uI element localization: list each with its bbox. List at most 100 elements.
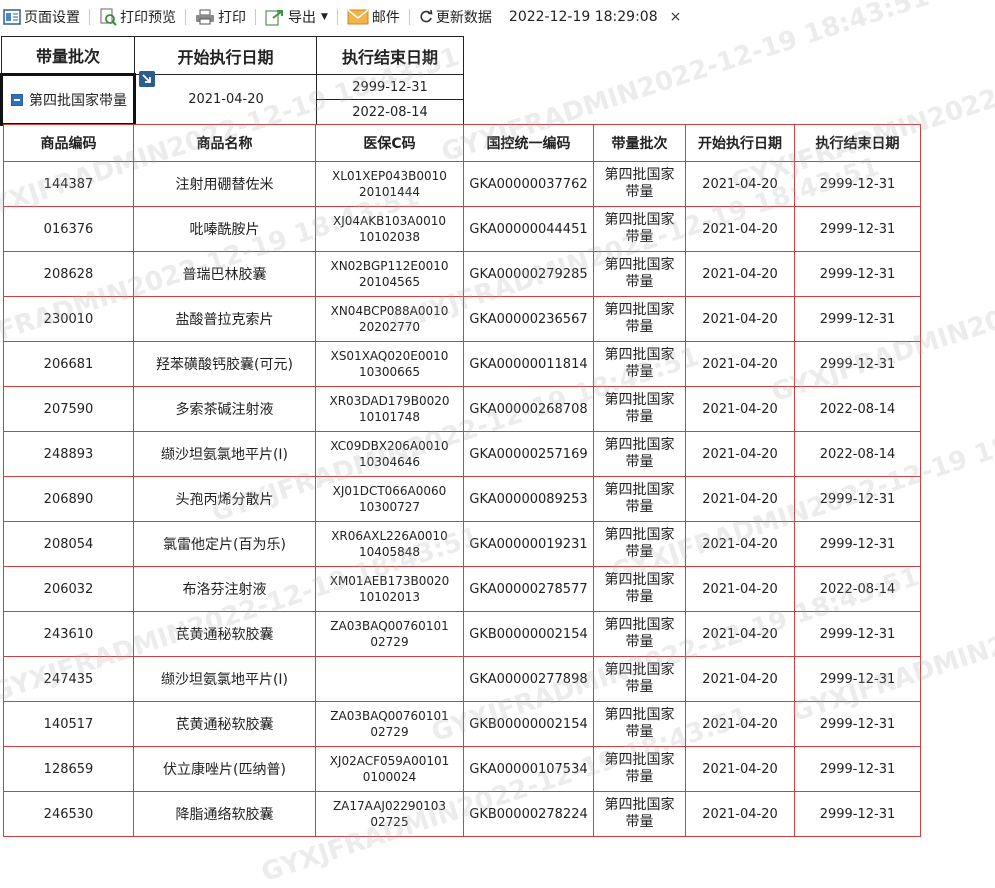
- cell-start-date: 2021-04-20: [685, 341, 795, 387]
- insurance-code-text: XR03DAD179B002010101748: [329, 394, 450, 424]
- cell-end-date: 2999-12-31: [794, 251, 921, 297]
- batch-text: 第四批国家带量: [604, 617, 675, 650]
- cell-start-date: 2021-04-20: [685, 701, 795, 747]
- cell-start-date: 2021-04-20: [685, 251, 795, 297]
- cell-end-date: 2999-12-31: [794, 746, 921, 792]
- cell-start-date: 2021-04-20: [685, 386, 795, 432]
- refresh-data-button[interactable]: 更新数据: [416, 0, 495, 34]
- cell-insurance-code: XJ01DCT066A006010300727: [315, 476, 464, 522]
- cell-end-date: 2022-08-14: [794, 386, 921, 432]
- cell-insurance-code: XJ04AKB103A001010102038: [315, 206, 464, 252]
- table-row: 246530 降脂通络软胶囊 ZA17AAJ0229010302725 GKB0000…: [3, 791, 921, 837]
- cell-end-date: 2022-08-14: [794, 566, 921, 612]
- cell-code: 246530: [3, 791, 134, 837]
- insurance-code-text: XJ01DCT066A006010300727: [332, 484, 447, 514]
- cell-unified-code: GKA00000107534: [463, 746, 594, 792]
- cell-unified-code: GKA00000019231: [463, 521, 594, 567]
- toolbar-divider: [185, 9, 186, 25]
- batch-text: 第四批国家带量: [604, 167, 675, 200]
- cell-batch: 第四批国家带量: [593, 341, 686, 387]
- cell-insurance-code: XC09DBX206A001010304646: [315, 431, 464, 477]
- column-header-product-code: 商品编码: [3, 124, 134, 162]
- cell-unified-code: GKA00000236567: [463, 296, 594, 342]
- column-header-insurance-code: 医保C码: [315, 124, 464, 162]
- insurance-code-text: XC09DBX206A001010304646: [330, 439, 449, 469]
- cell-code: 243610: [3, 611, 134, 657]
- cell-unified-code: GKA00000268708: [463, 386, 594, 432]
- column-header-end-date: 执行结束日期: [794, 124, 921, 162]
- cell-batch: 第四批国家带量: [593, 206, 686, 252]
- batch-text: 第四批国家带量: [604, 707, 675, 740]
- batch-text: 第四批国家带量: [604, 662, 675, 695]
- batch-filter-select[interactable]: 第四批国家带量: [0, 71, 155, 126]
- cell-batch: 第四批国家带量: [593, 791, 686, 837]
- table-row: 128659 伏立康唑片(匹纳普) XJ02ACF059A001010100024 G…: [3, 746, 921, 792]
- filter-header-end-date: 执行结束日期: [316, 36, 464, 75]
- filter-header-start-date: 开始执行日期: [134, 36, 317, 75]
- table-row: 247435 缬沙坦氨氯地平片(Ⅰ) GKA00000277898 第四批国家带量 20…: [3, 656, 921, 702]
- cell-end-date: 2999-12-31: [794, 611, 921, 657]
- cell-batch: 第四批国家带量: [593, 386, 686, 432]
- cell-code: 208628: [3, 251, 134, 297]
- end-date-value: 2999-12-31: [316, 74, 464, 100]
- cell-start-date: 2021-04-20: [685, 791, 795, 837]
- table-row: 208054 氯雷他定片(百为乐) XR06AXL226A001010405848 G…: [3, 521, 921, 567]
- cell-insurance-code: XN02BGP112E001020104565: [315, 251, 464, 297]
- cell-end-date: 2999-12-31: [794, 341, 921, 387]
- cell-code: 206032: [3, 566, 134, 612]
- batch-text: 第四批国家带量: [604, 302, 675, 335]
- close-icon[interactable]: ×: [670, 9, 682, 25]
- insurance-code-text: XN02BGP112E001020104565: [330, 259, 449, 289]
- end-date-value: 2022-08-14: [316, 99, 464, 125]
- toolbar-divider: [408, 9, 410, 25]
- cell-insurance-code: XN04BCP088A001020202770: [315, 296, 464, 342]
- insurance-code-text: XL01XEP043B001020101444: [332, 169, 447, 199]
- cell-batch: 第四批国家带量: [593, 746, 686, 792]
- page-setup-button[interactable]: 页面设置: [0, 0, 83, 34]
- cell-batch: 第四批国家带量: [593, 296, 686, 342]
- cell-start-date: 2021-04-20: [685, 476, 795, 522]
- insurance-code-text: ZA03BAQ0076010102729: [330, 709, 449, 739]
- cell-batch: 第四批国家带量: [593, 161, 686, 207]
- batch-text: 第四批国家带量: [604, 797, 675, 830]
- cell-code: 016376: [3, 206, 134, 252]
- table-row: 206032 布洛芬注射液 XM01AEB173B002010102013 GKA00…: [3, 566, 921, 612]
- cell-batch: 第四批国家带量: [593, 701, 686, 747]
- dropdown-arrow-icon[interactable]: [139, 71, 155, 87]
- insurance-code-text: XJ04AKB103A001010102038: [333, 214, 446, 244]
- print-preview-button[interactable]: 打印预览: [96, 0, 179, 34]
- table-row: 208628 普瑞巴林胶囊 XN02BGP112E001020104565 GKA00…: [3, 251, 921, 297]
- cell-end-date: 2999-12-31: [794, 521, 921, 567]
- filter-table: 带量批次 开始执行日期 执行结束日期 第四批国家带量 2021-04-20 29…: [0, 36, 464, 126]
- batch-text: 第四批国家带量: [604, 212, 675, 245]
- cell-code: 248893: [3, 431, 134, 477]
- batch-text: 第四批国家带量: [604, 752, 675, 785]
- cell-insurance-code: ZA03BAQ0076010102729: [315, 611, 464, 657]
- printer-icon: [196, 9, 214, 25]
- cell-batch: 第四批国家带量: [593, 476, 686, 522]
- batch-text: 第四批国家带量: [604, 572, 675, 605]
- mail-button[interactable]: 邮件: [344, 0, 403, 34]
- print-preview-label: 打印预览: [120, 10, 176, 26]
- table-header-row: 商品编码 商品名称 医保C码 国控统一编码 带量批次 开始执行日期 执行结束日期: [3, 124, 921, 162]
- cell-unified-code: GKA00000257169: [463, 431, 594, 477]
- refresh-icon: [420, 10, 433, 23]
- drug-table: 商品编码 商品名称 医保C码 国控统一编码 带量批次 开始执行日期 执行结束日期…: [3, 124, 921, 837]
- cell-unified-code: GKB00000278224: [463, 791, 594, 837]
- print-button[interactable]: 打印: [192, 0, 249, 34]
- cell-code: 206681: [3, 341, 134, 387]
- cell-name: 缬沙坦氨氯地平片(Ⅰ): [133, 656, 316, 702]
- insurance-code-text: ZA17AAJ0229010302725: [332, 799, 447, 829]
- batch-filter-value: 第四批国家带量: [29, 92, 127, 109]
- collapse-icon[interactable]: [11, 93, 23, 106]
- cell-insurance-code: XR03DAD179B002010101748: [315, 386, 464, 432]
- insurance-code-text: XM01AEB173B002010102013: [329, 574, 450, 604]
- cell-batch: 第四批国家带量: [593, 566, 686, 612]
- batch-text: 第四批国家带量: [604, 392, 675, 425]
- toolbar-divider: [336, 9, 338, 25]
- column-header-start-date: 开始执行日期: [685, 124, 795, 162]
- column-header-unified-code: 国控统一编码: [463, 124, 594, 162]
- cell-batch: 第四批国家带量: [593, 611, 686, 657]
- export-button[interactable]: 导出 ▼: [262, 0, 331, 34]
- cell-code: 144387: [3, 161, 134, 207]
